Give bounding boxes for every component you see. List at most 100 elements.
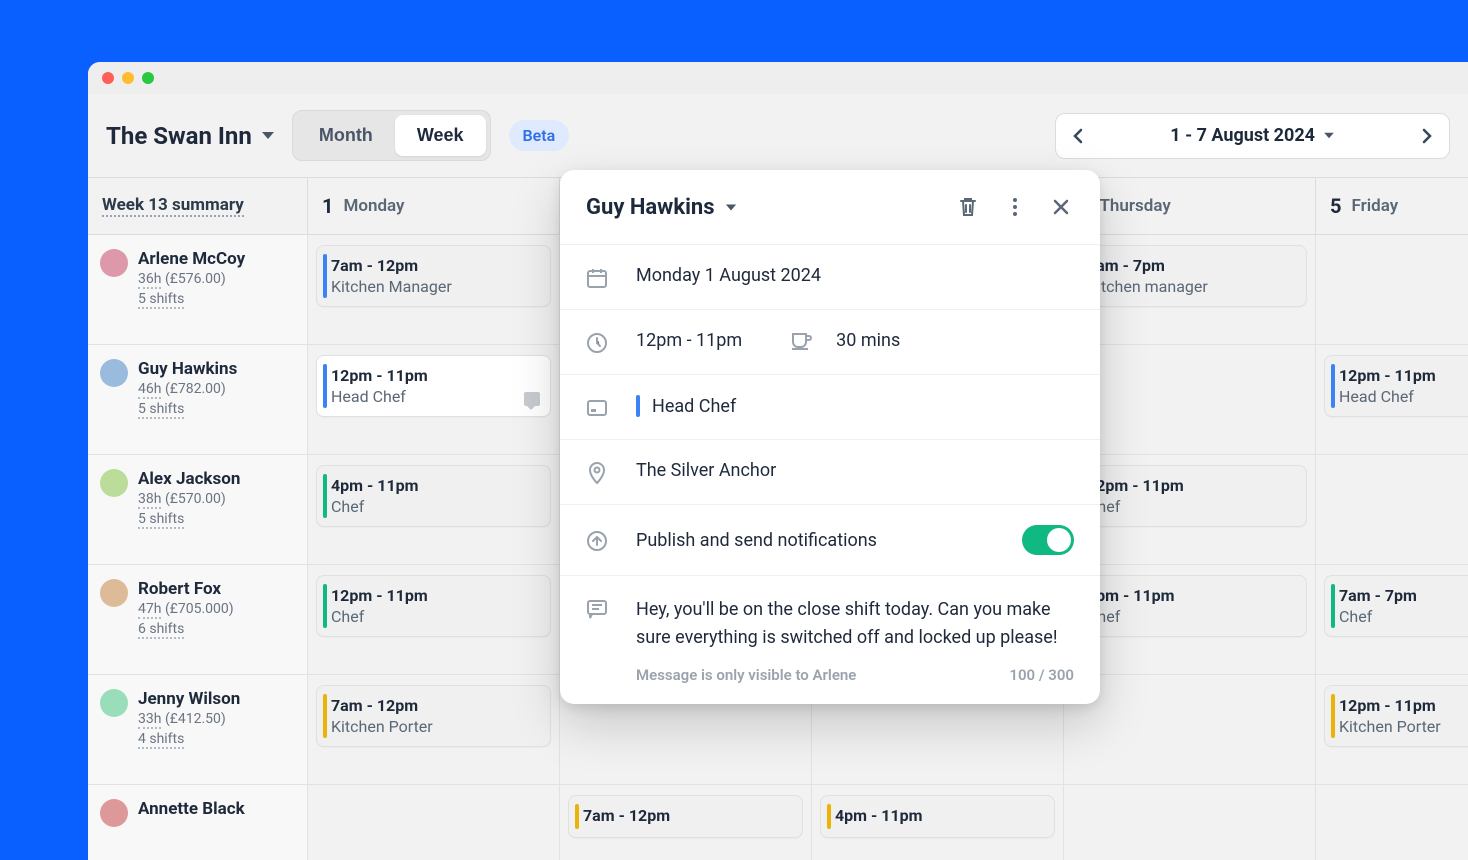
- shift-card[interactable]: 4pm - 11pm Chef: [1072, 575, 1307, 637]
- employee-hours: 46h: [138, 381, 161, 399]
- schedule-cell[interactable]: 7am - 12pmKitchen Porter: [308, 675, 560, 785]
- avatar: [100, 469, 128, 497]
- employee-cell[interactable]: Jenny Wilson 33h (£412.50) 4 shifts: [88, 675, 308, 785]
- employee-cell[interactable]: Alex Jackson 38h (£570.00) 5 shifts: [88, 455, 308, 565]
- popover-title-selector[interactable]: Guy Hawkins: [586, 195, 737, 220]
- publish-toggle[interactable]: [1022, 525, 1074, 555]
- shift-time: 4pm - 11pm: [1087, 586, 1294, 605]
- day-header: 4Thursday: [1064, 178, 1316, 235]
- schedule-cell[interactable]: 12pm - 11pmChef: [1064, 455, 1316, 565]
- employee-cell[interactable]: Guy Hawkins 46h (£782.00) 5 shifts: [88, 345, 308, 455]
- schedule-cell[interactable]: [1316, 785, 1468, 860]
- shift-role: Chef: [1339, 607, 1468, 626]
- tab-week[interactable]: Week: [395, 115, 486, 156]
- schedule-cell[interactable]: 12pm - 11pmHead Chef: [308, 345, 560, 455]
- popover-time-row: 12pm - 11pm 30 mins: [560, 310, 1100, 375]
- close-icon: [1052, 198, 1070, 216]
- toolbar: The Swan Inn Month Week Beta 1 - 7 Augus…: [88, 94, 1468, 177]
- next-week-button[interactable]: [1405, 114, 1449, 158]
- shift-card[interactable]: 12pm - 11pmKitchen Porter: [1324, 685, 1468, 747]
- schedule-cell[interactable]: [1316, 235, 1468, 345]
- day-name: Friday: [1351, 196, 1398, 216]
- date-range-label[interactable]: 1 - 7 August 2024: [1100, 125, 1405, 146]
- schedule-cell[interactable]: [308, 785, 560, 860]
- maximize-window-icon[interactable]: [142, 72, 154, 84]
- more-button[interactable]: [1008, 192, 1022, 222]
- employee-shifts: 4 shifts: [138, 731, 184, 749]
- schedule-cell[interactable]: 4pm - 11pm Chef: [1064, 565, 1316, 675]
- chevron-down-icon: [262, 132, 274, 139]
- avatar: [100, 579, 128, 607]
- schedule-cell[interactable]: 4pm - 11pm: [812, 785, 1064, 860]
- employee-hours: 33h: [138, 711, 161, 729]
- chevron-right-icon: [1422, 128, 1432, 144]
- shift-time: 12pm - 11pm: [331, 586, 538, 605]
- schedule-cell[interactable]: 12pm - 11pmHead Chef: [1316, 345, 1468, 455]
- shift-card[interactable]: 4pm - 11pm Chef: [316, 465, 551, 527]
- prev-week-button[interactable]: [1056, 114, 1100, 158]
- schedule-cell[interactable]: [1064, 675, 1316, 785]
- schedule-cell[interactable]: 12pm - 11pmKitchen Porter: [1316, 675, 1468, 785]
- popover-time: 12pm - 11pm: [636, 330, 742, 351]
- shift-card[interactable]: 7am - 12pmKitchen Manager: [316, 245, 551, 307]
- popover-publish-label: Publish and send notifications: [636, 530, 994, 551]
- employee-cell[interactable]: Annette Black: [88, 785, 308, 860]
- popover-date: Monday 1 August 2024: [636, 265, 1074, 286]
- shift-card[interactable]: 7am - 12pmKitchen Porter: [316, 685, 551, 747]
- popover-counter: 100 / 300: [1009, 666, 1074, 684]
- shift-role: Head Chef: [1339, 387, 1468, 406]
- popover-date-row: Monday 1 August 2024: [560, 245, 1100, 310]
- shift-card[interactable]: 7am - 7pmChef: [1324, 575, 1468, 637]
- shift-time: 7am - 12pm: [583, 806, 790, 825]
- shift-card[interactable]: 12pm - 11pmChef: [1072, 465, 1307, 527]
- employee-cost: (£705.000): [165, 601, 234, 617]
- schedule-cell[interactable]: [1064, 785, 1316, 860]
- close-button[interactable]: [1048, 194, 1074, 220]
- popover-message: Hey, you'll be on the close shift today.…: [636, 596, 1074, 652]
- employee-cell[interactable]: Arlene McCoy 36h (£576.00) 5 shifts: [88, 235, 308, 345]
- shift-time: 7am - 7pm: [1087, 256, 1294, 275]
- shift-card[interactable]: 7am - 12pm: [568, 795, 803, 838]
- close-window-icon[interactable]: [102, 72, 114, 84]
- tab-month[interactable]: Month: [297, 115, 395, 156]
- avatar: [100, 249, 128, 277]
- shift-card[interactable]: 7am - 7pmKitchen manager: [1072, 245, 1307, 307]
- shift-card[interactable]: 12pm - 11pmHead Chef: [1324, 355, 1468, 417]
- date-range-picker: 1 - 7 August 2024: [1055, 113, 1450, 159]
- schedule-cell[interactable]: 4pm - 11pm Chef: [308, 455, 560, 565]
- employee-cell[interactable]: Robert Fox 47h (£705.000) 6 shifts: [88, 565, 308, 675]
- schedule-cell[interactable]: 7am - 7pmKitchen manager: [1064, 235, 1316, 345]
- schedule-cell[interactable]: 7am - 12pm: [560, 785, 812, 860]
- shift-card[interactable]: 12pm - 11pmChef: [316, 575, 551, 637]
- popover-message-row: Hey, you'll be on the close shift today.…: [560, 576, 1100, 704]
- shift-card[interactable]: 4pm - 11pm: [820, 795, 1055, 838]
- shift-time: 4pm - 11pm: [331, 476, 538, 495]
- minimize-window-icon[interactable]: [122, 72, 134, 84]
- day-header: 1Monday: [308, 178, 560, 235]
- popover-location-row: The Silver Anchor: [560, 440, 1100, 505]
- day-header: 5Friday: [1316, 178, 1468, 235]
- schedule-cell[interactable]: 7am - 12pmKitchen Manager: [308, 235, 560, 345]
- avatar: [100, 689, 128, 717]
- schedule-cell[interactable]: [1064, 345, 1316, 455]
- summary-header: Week 13 summary: [88, 178, 308, 235]
- schedule-cell[interactable]: 7am - 7pmChef: [1316, 565, 1468, 675]
- delete-button[interactable]: [954, 192, 982, 222]
- trash-icon: [958, 196, 978, 218]
- popover-header: Guy Hawkins: [560, 170, 1100, 245]
- popover-visibility: Message is only visible to Arlene: [636, 666, 856, 684]
- shift-role: Chef: [1087, 497, 1294, 516]
- shift-role: Chef: [1087, 607, 1294, 626]
- employee-shifts: 5 shifts: [138, 511, 184, 529]
- shift-role: Kitchen Porter: [331, 717, 538, 736]
- shift-card[interactable]: 12pm - 11pmHead Chef: [316, 355, 551, 417]
- message-icon: [586, 598, 608, 620]
- schedule-cell[interactable]: 12pm - 11pmChef: [308, 565, 560, 675]
- shift-role: Head Chef: [331, 387, 538, 406]
- more-vertical-icon: [1012, 196, 1018, 218]
- employee-name: Guy Hawkins: [138, 359, 237, 379]
- venue-selector[interactable]: The Swan Inn: [106, 122, 274, 150]
- day-name: Monday: [343, 196, 404, 216]
- shift-role: Chef: [331, 497, 538, 516]
- schedule-cell[interactable]: [1316, 455, 1468, 565]
